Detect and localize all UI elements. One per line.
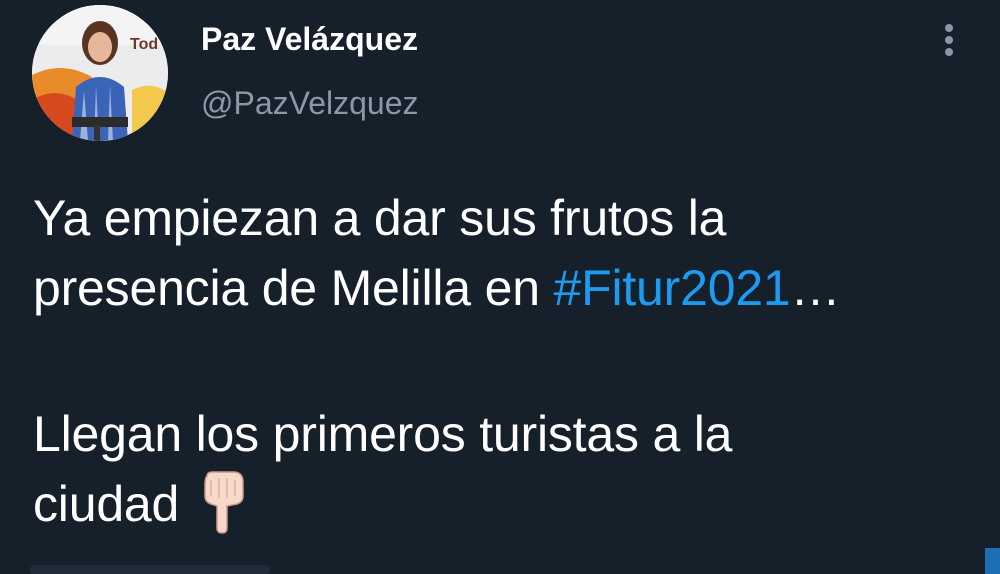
more-vertical-icon[interactable] — [936, 22, 962, 58]
avatar[interactable]: Tod — [32, 5, 168, 141]
tweet-line-4-text: ciudad — [33, 476, 180, 532]
tweet-text: Ya empiezan a dar sus frutos la presenci… — [33, 183, 973, 539]
hashtag-link[interactable]: #Fitur2021 — [554, 260, 791, 316]
tweet-line-1: Ya empiezan a dar sus frutos la — [33, 190, 727, 246]
avatar-image: Tod — [32, 5, 168, 141]
tweet-line-3: Llegan los primeros turistas a la — [33, 406, 733, 462]
tweet-line-4: ciudad — [33, 469, 973, 539]
tweet-line-2-text: presencia de Melilla en — [33, 260, 554, 316]
tweet-card: Tod Paz Velázquez @PazVelzquez Ya empiez… — [0, 0, 1000, 574]
next-content-hint — [30, 565, 270, 574]
pointing-down-hand-icon — [193, 470, 251, 534]
ellipsis: … — [790, 260, 841, 316]
svg-text:Tod: Tod — [130, 36, 158, 53]
author-handle[interactable]: @PazVelzquez — [201, 84, 419, 122]
tweet-line-2: presencia de Melilla en #Fitur2021… — [33, 253, 973, 323]
author-display-name[interactable]: Paz Velázquez — [201, 20, 418, 58]
edge-decoration — [985, 548, 1000, 574]
